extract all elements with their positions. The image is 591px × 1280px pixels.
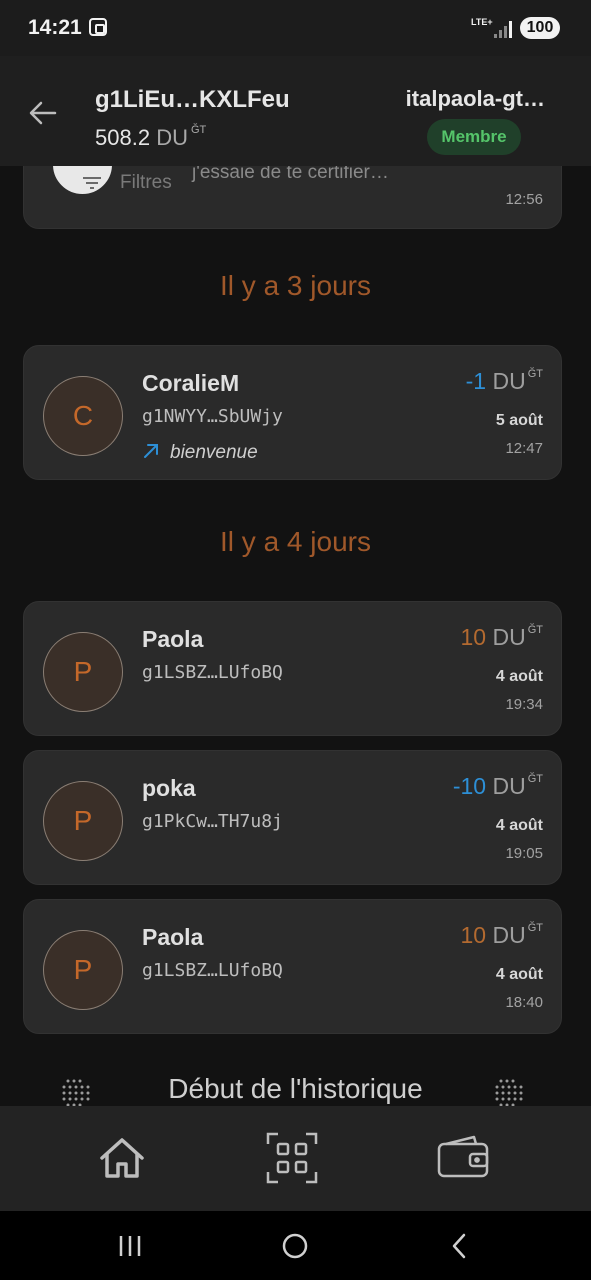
amount-unit: DU bbox=[492, 368, 526, 394]
amount-unit: DU bbox=[492, 624, 526, 650]
section-header: Il y a 3 jours bbox=[220, 270, 371, 301]
transaction-date: 4 août bbox=[495, 817, 543, 834]
status-time: 14:21 bbox=[28, 16, 82, 39]
transaction-amount: 10 DU ĞT bbox=[461, 922, 544, 949]
home-button-icon[interactable] bbox=[280, 1233, 310, 1259]
transaction-comment: bienvenue bbox=[142, 442, 258, 464]
transaction-card[interactable]: P Paola g1LSBZ…LUfoBQ 10 DU ĞT 4 août 19:… bbox=[23, 601, 562, 736]
signal-icon bbox=[494, 20, 514, 38]
transaction-time: 18:40 bbox=[505, 994, 543, 1011]
battery-level: 100 bbox=[520, 17, 560, 39]
transaction-name: Paola bbox=[142, 626, 204, 652]
filter-icon bbox=[83, 177, 101, 189]
avatar: P bbox=[43, 781, 123, 861]
amount-value: -10 bbox=[452, 773, 487, 799]
avatar: P bbox=[43, 930, 123, 1010]
transaction-card[interactable]: P poka g1PkCw…TH7u8j -10 DU ĞT 4 août 19:… bbox=[23, 750, 562, 885]
dots-right-icon bbox=[495, 1079, 523, 1106]
transaction-name: poka bbox=[142, 775, 196, 801]
amount-unit: DU bbox=[492, 773, 526, 799]
transaction-address: g1LSBZ…LUfoBQ bbox=[142, 662, 283, 683]
avatar: P bbox=[43, 632, 123, 712]
balance-unit: DU bbox=[156, 125, 188, 150]
balance-value: 508.2 bbox=[95, 125, 151, 150]
recent-apps-icon[interactable] bbox=[115, 1233, 145, 1259]
qr-code-icon[interactable] bbox=[266, 1132, 318, 1184]
transaction-card[interactable]: P Paola g1LSBZ…LUfoBQ 10 DU ĞT 4 août 18:… bbox=[23, 899, 562, 1034]
transaction-address: g1LSBZ…LUfoBQ bbox=[142, 960, 283, 981]
transaction-comment: j'essaie de te certifier… bbox=[192, 166, 389, 183]
amount-value: 10 bbox=[460, 624, 487, 650]
transaction-name: Paola bbox=[142, 924, 204, 950]
system-nav-bar bbox=[0, 1211, 591, 1280]
screenshot-icon bbox=[89, 18, 107, 36]
network-type: LTE+ bbox=[471, 17, 493, 27]
wallet-address: g1LiEu…KXLFeu bbox=[95, 86, 290, 113]
balance-unit-sup: ĞT bbox=[190, 124, 207, 136]
transaction-amount: -1 DU ĞT bbox=[466, 368, 543, 395]
status-bar: 14:21 LTE+ 100 bbox=[0, 0, 591, 56]
transaction-date: 4 août bbox=[495, 668, 543, 685]
transaction-date: 5 août bbox=[495, 412, 543, 429]
transaction-name: CoralieM bbox=[142, 370, 240, 396]
member-badge: Membre bbox=[427, 119, 521, 155]
transaction-amount: -10 DU ĞT bbox=[453, 773, 543, 800]
transaction-address: g1NWYY…SbUWjy bbox=[142, 406, 283, 427]
comment-text: bienvenue bbox=[170, 442, 258, 463]
transaction-history[interactable]: Filtres j'essaie de te certifier… 12:56 … bbox=[0, 166, 591, 1106]
amount-unit: DU bbox=[492, 922, 526, 948]
history-end: Début de l'historique bbox=[0, 1071, 591, 1106]
amount-unit-sup: ĞT bbox=[527, 368, 543, 380]
amount-unit-sup: ĞT bbox=[527, 773, 543, 785]
transaction-time: 12:56 bbox=[505, 191, 543, 208]
back-icon[interactable] bbox=[446, 1233, 476, 1259]
account-username[interactable]: italpaola-gt… bbox=[406, 86, 545, 112]
home-icon[interactable] bbox=[96, 1132, 148, 1184]
transaction-date: 4 août bbox=[495, 966, 543, 983]
transaction-address: g1PkCw…TH7u8j bbox=[142, 811, 283, 832]
amount-value: -1 bbox=[465, 368, 487, 394]
arrow-up-right-icon bbox=[144, 444, 158, 458]
avatar: C bbox=[43, 376, 123, 456]
amount-unit-sup: ĞT bbox=[527, 624, 543, 636]
wallet-icon[interactable] bbox=[436, 1132, 492, 1184]
arrow-left-icon[interactable] bbox=[28, 100, 58, 126]
transaction-card[interactable]: C CoralieM g1NWYY…SbUWjy bienvenue -1 DU… bbox=[23, 345, 562, 480]
transaction-card-partial[interactable]: Filtres j'essaie de te certifier… 12:56 bbox=[23, 166, 562, 229]
amount-unit-sup: ĞT bbox=[527, 922, 543, 934]
wallet-balance: 508.2 DU ĞT bbox=[95, 124, 206, 151]
app-header: g1LiEu…KXLFeu 508.2 DU ĞT italpaola-gt… M… bbox=[0, 56, 591, 166]
transaction-time: 12:47 bbox=[505, 440, 543, 457]
transaction-time: 19:34 bbox=[505, 696, 543, 713]
filter-text: Filtres bbox=[120, 172, 172, 193]
amount-value: 10 bbox=[460, 922, 487, 948]
transaction-time: 19:05 bbox=[505, 845, 543, 862]
transaction-amount: 10 DU ĞT bbox=[461, 624, 544, 651]
filter-label[interactable]: Filtres bbox=[83, 172, 172, 194]
section-header: Il y a 4 jours bbox=[220, 526, 371, 557]
bottom-nav bbox=[0, 1106, 591, 1211]
